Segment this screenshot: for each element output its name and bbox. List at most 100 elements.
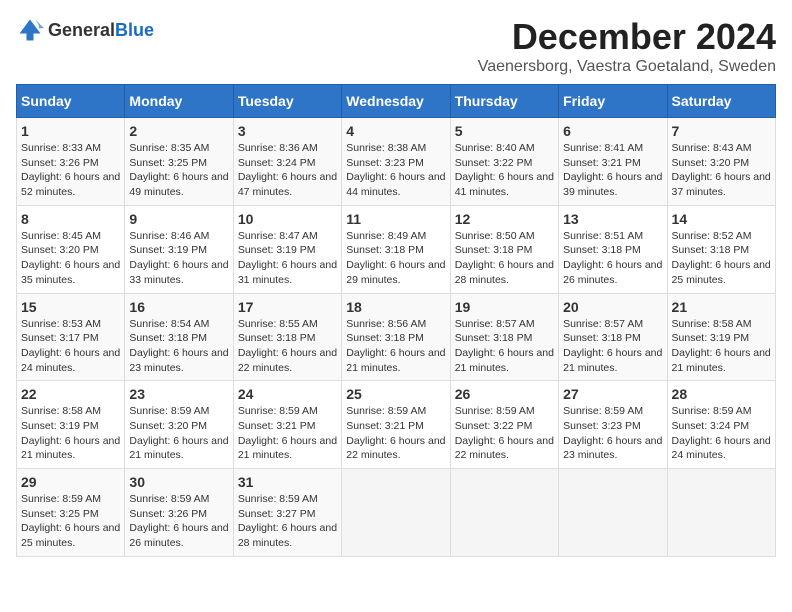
header-friday: Friday	[559, 85, 667, 118]
header: GeneralBlue December 2024 Vaenersborg, V…	[16, 16, 776, 76]
table-row: 5Sunrise: 8:40 AMSunset: 3:22 PMDaylight…	[450, 118, 558, 206]
day-info: Sunrise: 8:45 AMSunset: 3:20 PMDaylight:…	[21, 229, 120, 288]
day-info: Sunrise: 8:53 AMSunset: 3:17 PMDaylight:…	[21, 317, 120, 376]
table-row: 17Sunrise: 8:55 AMSunset: 3:18 PMDayligh…	[233, 293, 341, 381]
day-number: 18	[346, 299, 445, 315]
weekday-row: Sunday Monday Tuesday Wednesday Thursday…	[17, 85, 776, 118]
calendar-table: Sunday Monday Tuesday Wednesday Thursday…	[16, 84, 776, 557]
table-row: 2Sunrise: 8:35 AMSunset: 3:25 PMDaylight…	[125, 118, 233, 206]
day-info: Sunrise: 8:33 AMSunset: 3:26 PMDaylight:…	[21, 141, 120, 200]
day-number: 12	[455, 211, 554, 227]
day-info: Sunrise: 8:52 AMSunset: 3:18 PMDaylight:…	[672, 229, 771, 288]
table-row: 8 Sunrise: 8:45 AMSunset: 3:20 PMDaylight…	[17, 205, 125, 293]
day-number: 20	[563, 299, 662, 315]
table-row: 27 Sunrise: 8:59 AMSunset: 3:23 PMDayligh…	[559, 381, 667, 469]
table-row: 1Sunrise: 8:33 AMSunset: 3:26 PMDaylight…	[17, 118, 125, 206]
table-row: 3 Sunrise: 8:36 AMSunset: 3:24 PMDaylight…	[233, 118, 341, 206]
day-info: Sunrise: 8:57 AMSunset: 3:18 PMDaylight:…	[563, 317, 662, 376]
day-info: Sunrise: 8:59 AMSunset: 3:21 PMDaylight:…	[238, 404, 337, 463]
table-row: 26 Sunrise: 8:59 AMSunset: 3:22 PMDayligh…	[450, 381, 558, 469]
table-row: 28Sunrise: 8:59 AMSunset: 3:24 PMDayligh…	[667, 381, 775, 469]
table-row: 11 Sunrise: 8:49 AMSunset: 3:18 PMDayligh…	[342, 205, 450, 293]
day-number: 25	[346, 386, 445, 402]
title-area: December 2024 Vaenersborg, Vaestra Goeta…	[478, 16, 776, 76]
table-row	[667, 469, 775, 557]
calendar-body: 1Sunrise: 8:33 AMSunset: 3:26 PMDaylight…	[17, 118, 776, 557]
logo-blue-text: Blue	[115, 20, 154, 40]
day-info: Sunrise: 8:38 AMSunset: 3:23 PMDaylight:…	[346, 141, 445, 200]
day-number: 10	[238, 211, 337, 227]
table-row: 4 Sunrise: 8:38 AMSunset: 3:23 PMDaylight…	[342, 118, 450, 206]
table-row: 29Sunrise: 8:59 AMSunset: 3:25 PMDayligh…	[17, 469, 125, 557]
day-number: 7	[672, 123, 771, 139]
day-number: 19	[455, 299, 554, 315]
day-number: 4	[346, 123, 445, 139]
day-number: 11	[346, 211, 445, 227]
day-info: Sunrise: 8:49 AMSunset: 3:18 PMDaylight:…	[346, 229, 445, 288]
table-row: 12 Sunrise: 8:50 AMSunset: 3:18 PMDayligh…	[450, 205, 558, 293]
day-info: Sunrise: 8:57 AMSunset: 3:18 PMDaylight:…	[455, 317, 554, 376]
day-number: 21	[672, 299, 771, 315]
day-info: Sunrise: 8:41 AMSunset: 3:21 PMDaylight:…	[563, 141, 662, 200]
day-number: 15	[21, 299, 120, 315]
calendar-week-row: 22 Sunrise: 8:58 AMSunset: 3:19 PMDayligh…	[17, 381, 776, 469]
day-info: Sunrise: 8:58 AMSunset: 3:19 PMDaylight:…	[672, 317, 771, 376]
table-row: 31Sunrise: 8:59 AMSunset: 3:27 PMDayligh…	[233, 469, 341, 557]
day-info: Sunrise: 8:58 AMSunset: 3:19 PMDaylight:…	[21, 404, 120, 463]
header-tuesday: Tuesday	[233, 85, 341, 118]
day-info: Sunrise: 8:59 AMSunset: 3:23 PMDaylight:…	[563, 404, 662, 463]
location-title: Vaenersborg, Vaestra Goetaland, Sweden	[478, 58, 776, 76]
day-number: 31	[238, 474, 337, 490]
day-number: 29	[21, 474, 120, 490]
header-wednesday: Wednesday	[342, 85, 450, 118]
table-row: 14 Sunrise: 8:52 AMSunset: 3:18 PMDayligh…	[667, 205, 775, 293]
table-row: 13 Sunrise: 8:51 AMSunset: 3:18 PMDayligh…	[559, 205, 667, 293]
day-info: Sunrise: 8:59 AMSunset: 3:26 PMDaylight:…	[129, 492, 228, 551]
table-row: 23 Sunrise: 8:59 AMSunset: 3:20 PMDayligh…	[125, 381, 233, 469]
day-number: 14	[672, 211, 771, 227]
month-title: December 2024	[478, 16, 776, 58]
header-monday: Monday	[125, 85, 233, 118]
table-row: 16Sunrise: 8:54 AMSunset: 3:18 PMDayligh…	[125, 293, 233, 381]
day-number: 28	[672, 386, 771, 402]
day-number: 26	[455, 386, 554, 402]
day-info: Sunrise: 8:50 AMSunset: 3:18 PMDaylight:…	[455, 229, 554, 288]
table-row: 19 Sunrise: 8:57 AMSunset: 3:18 PMDayligh…	[450, 293, 558, 381]
table-row: 30Sunrise: 8:59 AMSunset: 3:26 PMDayligh…	[125, 469, 233, 557]
day-info: Sunrise: 8:59 AMSunset: 3:22 PMDaylight:…	[455, 404, 554, 463]
table-row: 9 Sunrise: 8:46 AMSunset: 3:19 PMDaylight…	[125, 205, 233, 293]
day-number: 27	[563, 386, 662, 402]
day-number: 8	[21, 211, 120, 227]
calendar-week-row: 15 Sunrise: 8:53 AMSunset: 3:17 PMDayligh…	[17, 293, 776, 381]
table-row: 22 Sunrise: 8:58 AMSunset: 3:19 PMDayligh…	[17, 381, 125, 469]
calendar-week-row: 1Sunrise: 8:33 AMSunset: 3:26 PMDaylight…	[17, 118, 776, 206]
day-info: Sunrise: 8:46 AMSunset: 3:19 PMDaylight:…	[129, 229, 228, 288]
table-row: 7 Sunrise: 8:43 AMSunset: 3:20 PMDaylight…	[667, 118, 775, 206]
day-info: Sunrise: 8:56 AMSunset: 3:18 PMDaylight:…	[346, 317, 445, 376]
calendar-week-row: 29Sunrise: 8:59 AMSunset: 3:25 PMDayligh…	[17, 469, 776, 557]
day-number: 22	[21, 386, 120, 402]
day-info: Sunrise: 8:40 AMSunset: 3:22 PMDaylight:…	[455, 141, 554, 200]
day-info: Sunrise: 8:43 AMSunset: 3:20 PMDaylight:…	[672, 141, 771, 200]
header-sunday: Sunday	[17, 85, 125, 118]
logo-general-text: General	[48, 20, 115, 40]
table-row	[450, 469, 558, 557]
day-number: 17	[238, 299, 337, 315]
day-info: Sunrise: 8:59 AMSunset: 3:20 PMDaylight:…	[129, 404, 228, 463]
table-row: 18 Sunrise: 8:56 AMSunset: 3:18 PMDayligh…	[342, 293, 450, 381]
table-row: 21 Sunrise: 8:58 AMSunset: 3:19 PMDayligh…	[667, 293, 775, 381]
day-number: 3	[238, 123, 337, 139]
day-info: Sunrise: 8:35 AMSunset: 3:25 PMDaylight:…	[129, 141, 228, 200]
logo: GeneralBlue	[16, 16, 154, 44]
day-info: Sunrise: 8:47 AMSunset: 3:19 PMDaylight:…	[238, 229, 337, 288]
day-number: 9	[129, 211, 228, 227]
table-row: 15 Sunrise: 8:53 AMSunset: 3:17 PMDayligh…	[17, 293, 125, 381]
day-info: Sunrise: 8:51 AMSunset: 3:18 PMDaylight:…	[563, 229, 662, 288]
day-number: 24	[238, 386, 337, 402]
day-number: 23	[129, 386, 228, 402]
day-number: 13	[563, 211, 662, 227]
day-number: 6	[563, 123, 662, 139]
day-info: Sunrise: 8:36 AMSunset: 3:24 PMDaylight:…	[238, 141, 337, 200]
table-row: 20 Sunrise: 8:57 AMSunset: 3:18 PMDayligh…	[559, 293, 667, 381]
table-row: 10 Sunrise: 8:47 AMSunset: 3:19 PMDayligh…	[233, 205, 341, 293]
